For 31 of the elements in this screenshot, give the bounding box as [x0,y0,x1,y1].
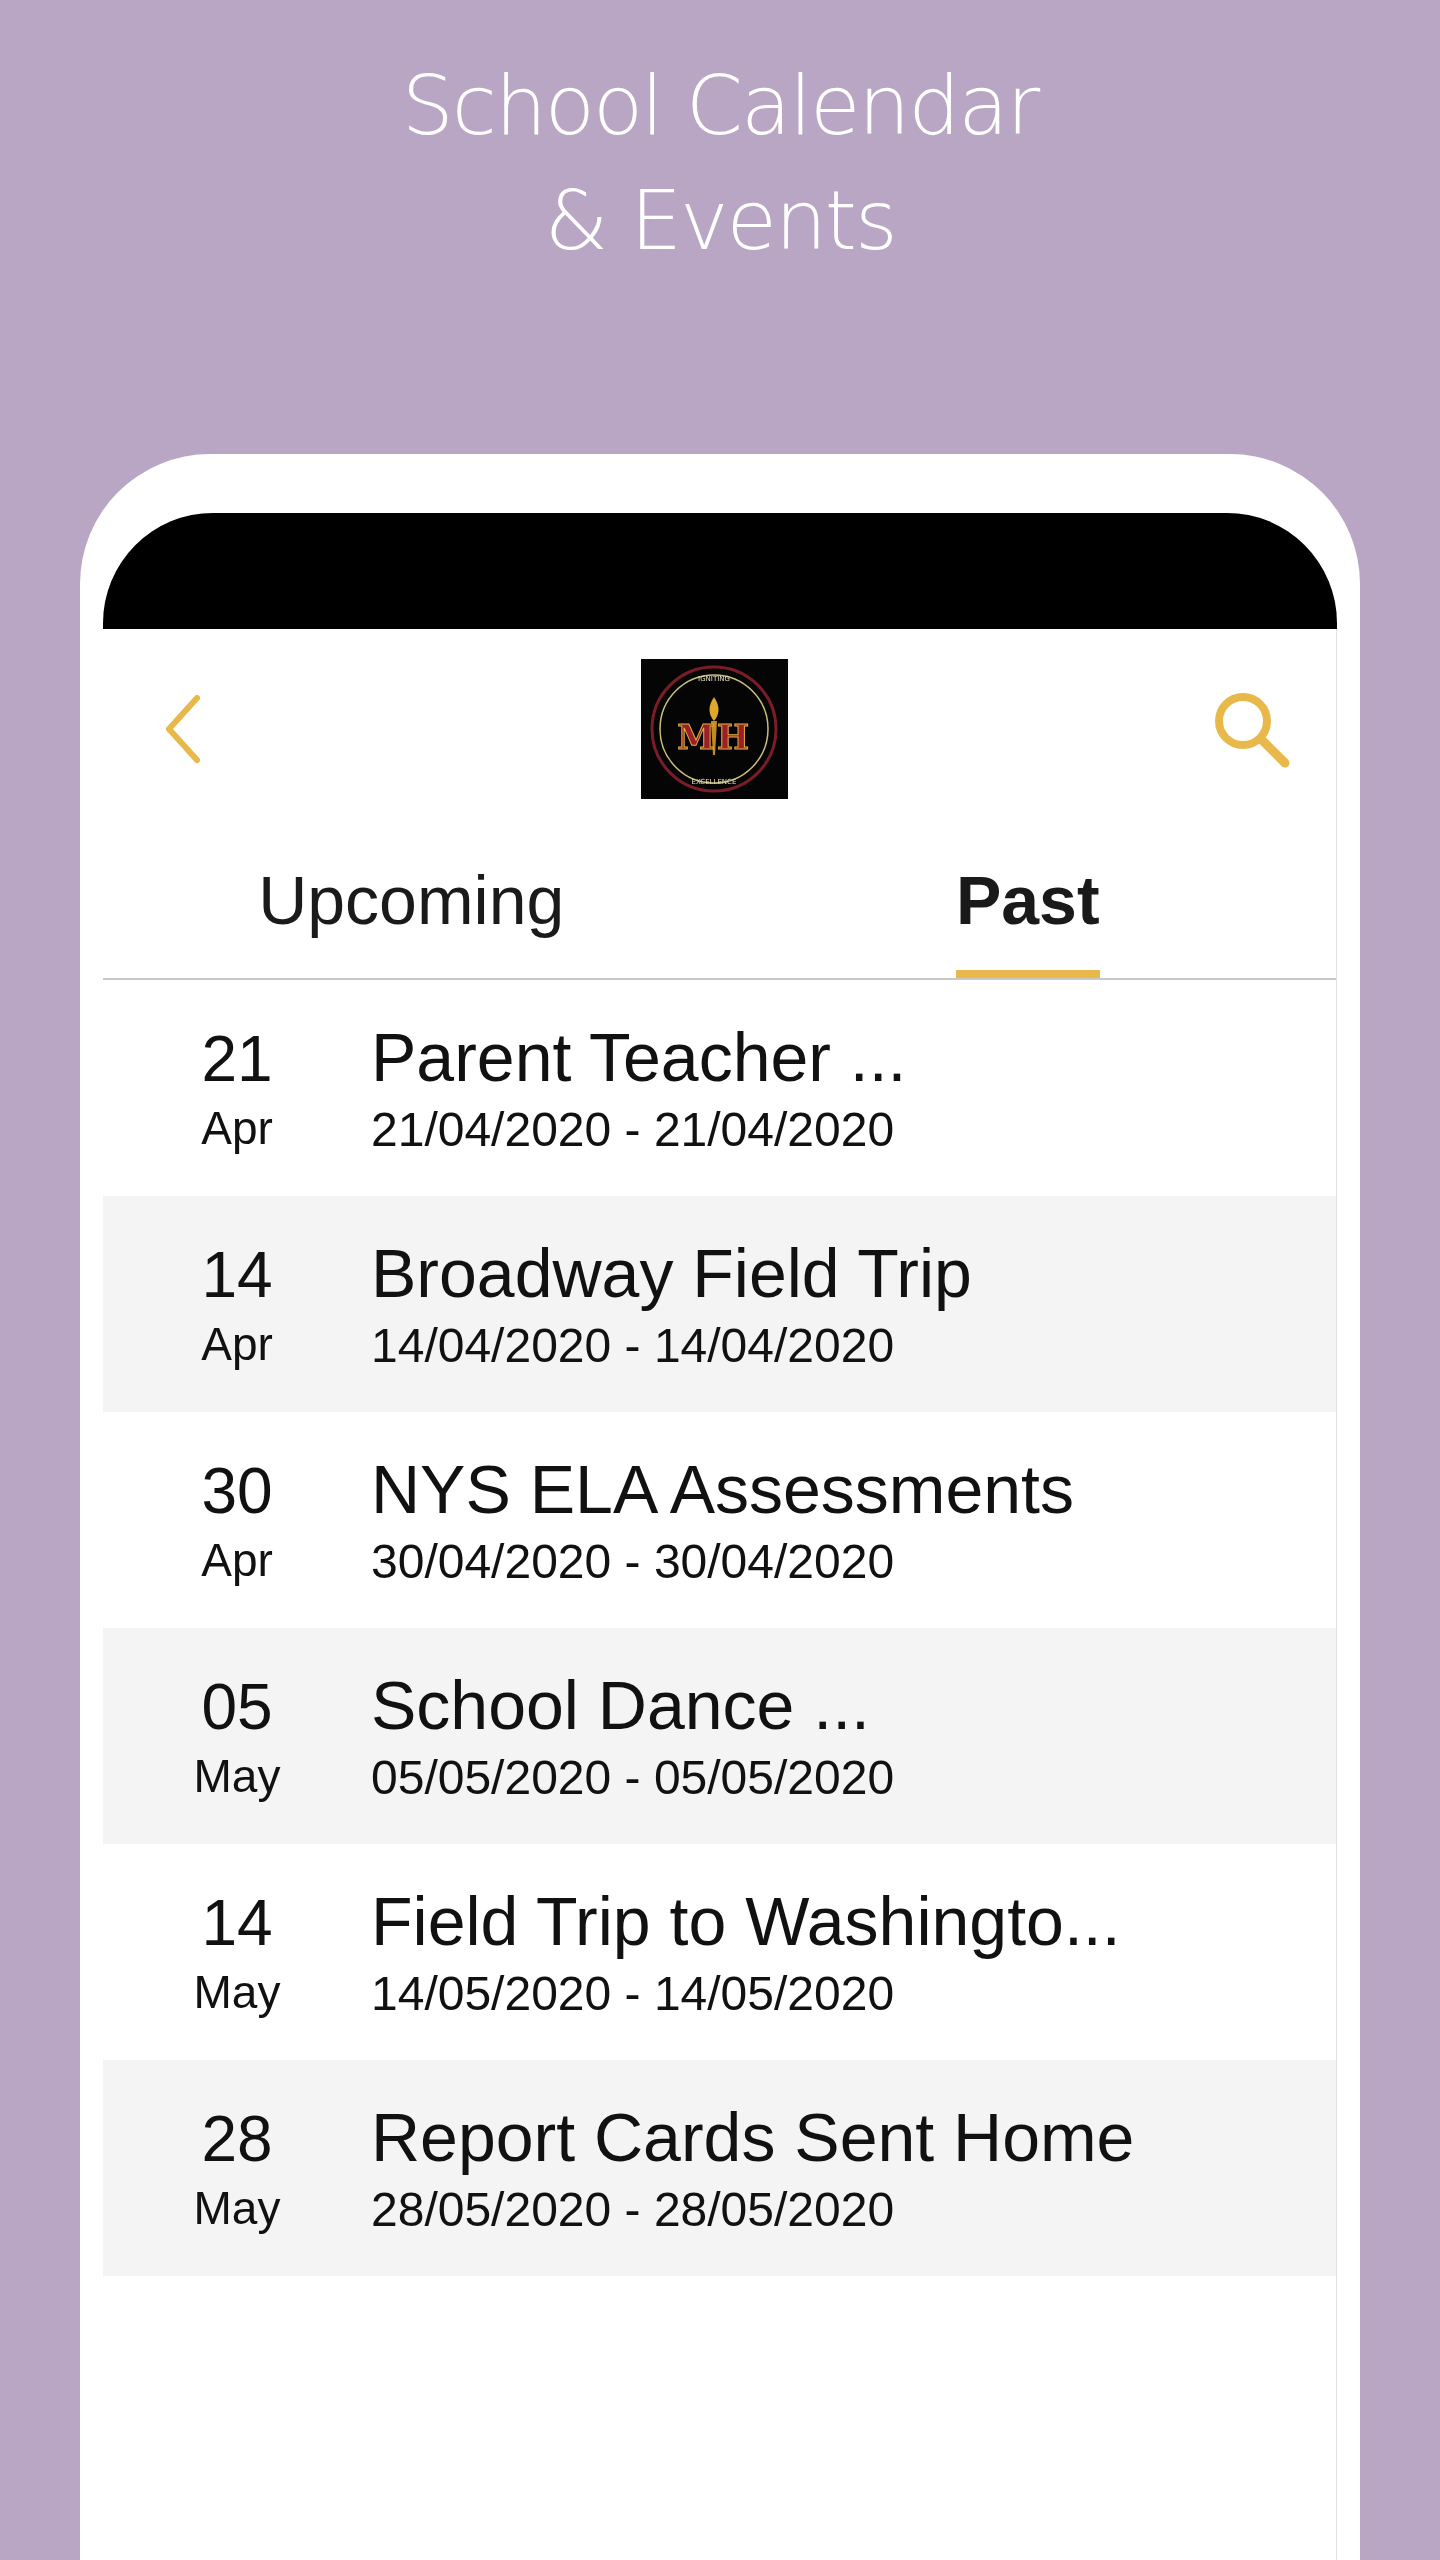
event-day: 21 [201,1019,273,1099]
event-dates: 14/04/2020 - 14/04/2020 [371,1318,896,1374]
event-dates: 21/04/2020 - 21/04/2020 [371,1102,896,1158]
event-title: Broadway Field Trip [371,1234,972,1313]
event-title: NYS ELA Assessments [371,1450,1074,1529]
event-day: 14 [201,1883,273,1963]
event-month: Apr [201,1533,273,1588]
headline: & Events [544,172,896,270]
event-month: May [193,2181,281,2236]
event-title: Parent Teacher ... [371,1018,907,1097]
event-dates: 05/05/2020 - 05/05/2020 [371,1750,895,1806]
event-dates: 14/05/2020 - 14/05/2020 [371,1966,896,2022]
event-month: May [193,1965,281,2020]
event-dates: 30/04/2020 - 30/04/2020 [371,1534,896,1590]
back-icon [163,694,203,764]
headline: School Calendar [401,57,1039,155]
event-dates: 28/05/2020 - 28/05/2020 [371,2182,896,2238]
event-month: Apr [201,1317,273,1372]
event-day: 05 [201,1667,273,1747]
event-title: School Dance ... [371,1666,871,1745]
event-title: Report Cards Sent Home [371,2098,1135,2177]
event-month: May [193,1749,281,1804]
event-row[interactable]: 28 May Report Cards Sent Home 28/05/2020 - 28/05/2020 [103,2060,1336,2276]
tab[interactable]: Upcoming [258,829,565,978]
event-day: 14 [201,1235,273,1315]
event-row[interactable]: 14 Apr Broadway Field Trip 14/04/2020 - 14/04/2020 [103,1196,1336,1412]
event-day: 28 [201,2099,273,2179]
event-day: 30 [201,1451,273,1531]
event-row[interactable]: 05 May School Dance ... 05/05/2020 - 05/05/2020 [103,1628,1336,1844]
event-month: Apr [201,1101,273,1156]
event-title: Field Trip to Washingto... [371,1882,1121,1961]
